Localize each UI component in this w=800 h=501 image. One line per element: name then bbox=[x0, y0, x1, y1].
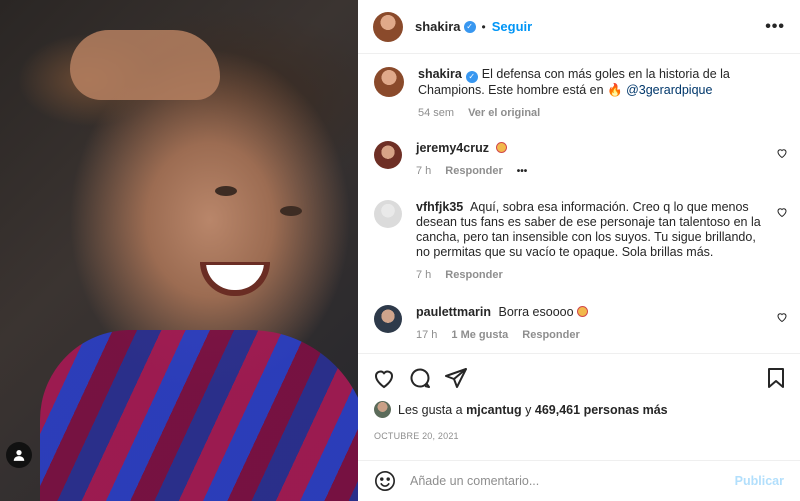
like-heart-icon[interactable] bbox=[372, 366, 396, 390]
reply-button[interactable]: Responder bbox=[522, 329, 579, 341]
post-date[interactable]: OCTUBRE 20, 2021 bbox=[374, 431, 459, 441]
comment-username[interactable]: paulettmarin bbox=[416, 305, 491, 319]
comment-time: 7 h bbox=[416, 269, 432, 281]
laughing-emoji-icon bbox=[576, 306, 588, 317]
like-comment-heart-icon[interactable] bbox=[776, 311, 788, 323]
add-comment-bar: Publicar bbox=[358, 460, 800, 501]
reply-button[interactable]: Responder bbox=[445, 269, 502, 281]
user-tag-icon[interactable] bbox=[6, 442, 32, 468]
laughing-emoji-icon bbox=[495, 142, 507, 153]
post-photo[interactable] bbox=[0, 0, 358, 501]
like-comment-heart-icon[interactable] bbox=[776, 147, 788, 159]
caption-username[interactable]: shakira bbox=[418, 67, 462, 81]
comment-likes[interactable]: 1 Me gusta bbox=[451, 329, 508, 341]
comment-avatar[interactable] bbox=[374, 305, 402, 333]
verified-badge-icon: ✓ bbox=[465, 71, 478, 83]
comment-item: jeremy4cruz 7 h Responder ••• bbox=[358, 141, 800, 177]
fire-emoji-icon: 🔥 bbox=[607, 83, 623, 97]
see-original-button[interactable]: Ver el original bbox=[468, 107, 540, 119]
likes-prefix: Les gusta a bbox=[398, 402, 463, 417]
follow-button[interactable]: Seguir bbox=[492, 19, 532, 34]
like-comment-heart-icon[interactable] bbox=[776, 206, 788, 218]
share-send-icon[interactable] bbox=[444, 366, 468, 390]
caption-mention[interactable]: @3gerardpique bbox=[626, 83, 712, 97]
comment-username[interactable]: vfhfjk35 bbox=[416, 200, 463, 214]
header-separator: • bbox=[481, 19, 486, 34]
comment-avatar[interactable] bbox=[374, 141, 402, 169]
comment-username[interactable]: jeremy4cruz bbox=[416, 141, 489, 155]
emoji-picker-icon[interactable] bbox=[374, 470, 396, 492]
photo-shirt bbox=[40, 330, 358, 501]
post-actions bbox=[358, 353, 800, 401]
likes-summary: Les gusta a mjcantug y 469,461 personas … bbox=[374, 401, 668, 418]
comment-more-icon[interactable]: ••• bbox=[517, 166, 528, 177]
avatar[interactable] bbox=[373, 11, 403, 42]
photo-eye-right bbox=[280, 206, 302, 216]
caption: shakira ✓ El defensa con más goles en la h… bbox=[358, 67, 800, 119]
photo-eye-left bbox=[215, 186, 237, 196]
publish-button[interactable]: Publicar bbox=[735, 474, 784, 488]
comment-time: 17 h bbox=[416, 329, 438, 341]
caption-age: 54 sem bbox=[418, 107, 455, 119]
post-panel: shakira ✓ • Seguir ••• shakira ✓ El defens… bbox=[358, 0, 800, 501]
save-bookmark-icon[interactable] bbox=[764, 366, 788, 390]
comment-avatar[interactable] bbox=[374, 200, 402, 228]
comment-bubble-icon[interactable] bbox=[408, 366, 432, 390]
liker-username[interactable]: mjcantug bbox=[466, 403, 522, 417]
more-options-icon[interactable]: ••• bbox=[765, 18, 785, 36]
reply-button[interactable]: Responder bbox=[445, 165, 502, 177]
comment-input[interactable] bbox=[410, 474, 735, 488]
likes-joiner: y bbox=[525, 402, 532, 417]
header-username[interactable]: shakira bbox=[415, 19, 461, 34]
comment-item: paulettmarin Borra esoooo 17 h 1 Me gust… bbox=[358, 305, 800, 341]
liker-avatar[interactable] bbox=[374, 401, 391, 418]
comment-time: 7 h bbox=[416, 165, 432, 177]
comments-list[interactable]: shakira ✓ El defensa con más goles en la h… bbox=[358, 55, 800, 353]
comment-item: vfhfjk35 Aquí, sobra esa información. Cr… bbox=[358, 200, 800, 281]
likes-count[interactable]: 469,461 personas más bbox=[535, 403, 668, 417]
comment-text: Aquí, sobra esa información. Creo q lo q… bbox=[416, 200, 761, 259]
post-header: shakira ✓ • Seguir ••• bbox=[358, 0, 800, 54]
comment-text: Borra esoooo bbox=[498, 305, 574, 319]
photo-hand bbox=[70, 30, 220, 100]
caption-avatar[interactable] bbox=[374, 67, 404, 97]
verified-badge-icon: ✓ bbox=[463, 20, 476, 33]
